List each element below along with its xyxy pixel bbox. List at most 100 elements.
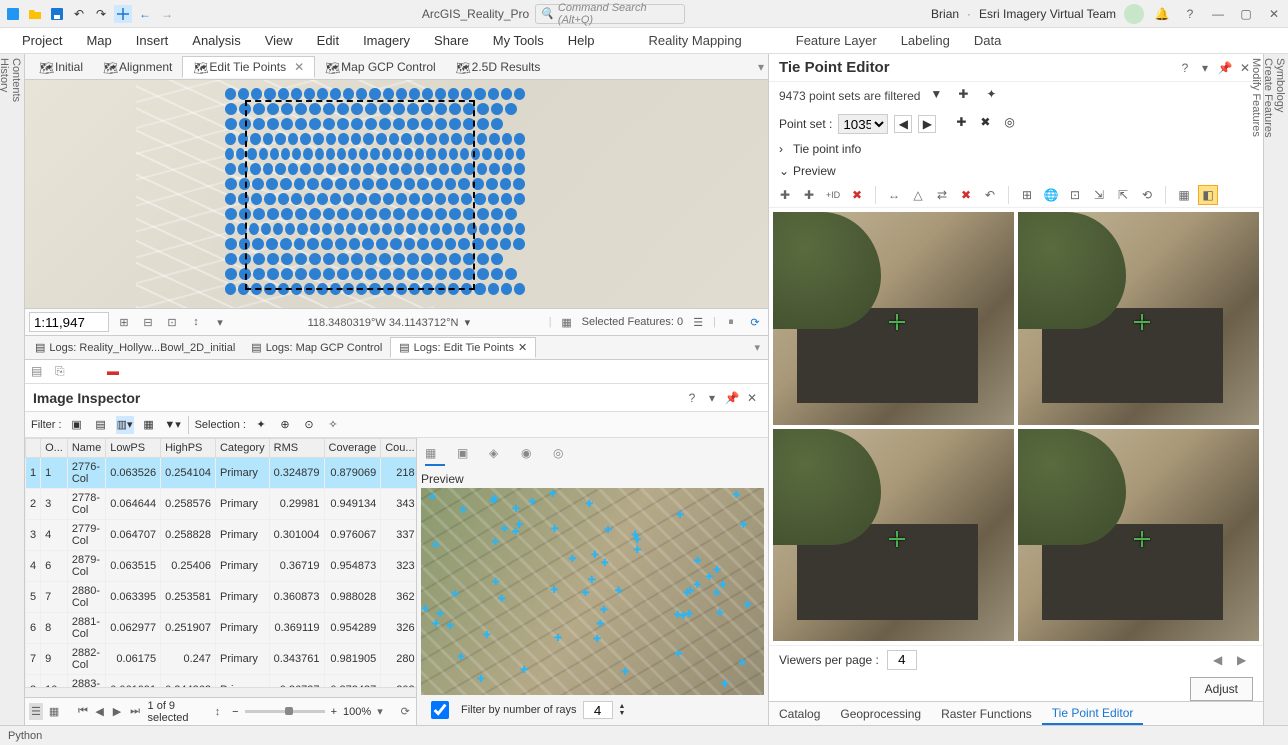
table-header[interactable]: Category (215, 439, 269, 458)
table-view-icon[interactable]: ▤ (31, 364, 47, 380)
table-row[interactable]: 462879-Col0.0635150.25406Primary0.367190… (26, 551, 417, 582)
prev-page-icon[interactable]: ◀ (1213, 653, 1229, 667)
table-header[interactable]: O... (41, 439, 68, 458)
explore-icon[interactable] (114, 5, 132, 23)
filter-icon[interactable]: ▼ (930, 87, 948, 105)
next-icon[interactable]: ▶ (113, 705, 124, 718)
table-header[interactable]: HighPS (161, 439, 216, 458)
filter-extent-icon[interactable]: ▣ (68, 416, 86, 434)
pause-icon[interactable]: ⏸ (722, 313, 740, 331)
link-icon[interactable]: ⇄ (932, 185, 952, 205)
help-icon[interactable]: ? (684, 391, 700, 405)
grid-view-icon[interactable]: ▦ (49, 705, 60, 718)
spinner-icon[interactable]: ▲▼ (619, 703, 626, 717)
copy-icon[interactable]: ⎘ (55, 364, 71, 380)
filter-active-icon[interactable]: ▥▾ (116, 416, 134, 434)
table-header[interactable]: RMS (269, 439, 324, 458)
layout-icon[interactable]: ▦ (1174, 185, 1194, 205)
ribbon-tab-reality[interactable]: Reality Mapping (637, 28, 754, 53)
filter-rays-input[interactable] (583, 701, 613, 719)
minimize-icon[interactable]: — (1208, 7, 1228, 21)
ribbon-tab-featurelayer[interactable]: Feature Layer (784, 28, 889, 53)
ribbon-tab-help[interactable]: Help (556, 28, 607, 53)
grid-icon[interactable]: ⊡ (163, 313, 181, 331)
locate-point-icon[interactable]: ◎ (1004, 115, 1022, 133)
chevron-down-icon[interactable]: ▾ (758, 60, 764, 74)
sidebar-create-features[interactable]: Create Features (1262, 58, 1274, 709)
correction-icon[interactable]: ↕ (187, 313, 205, 331)
clear-icon[interactable]: ▬ (107, 364, 123, 380)
coordinates[interactable]: 118.3480319°W 34.1143712°N ▾ (235, 316, 543, 329)
view-tab-edit-tiepoints[interactable]: 🗺Edit Tie Points✕ (182, 56, 315, 78)
chevron-down-icon[interactable]: ▾ (211, 313, 229, 331)
preview-mode5-icon[interactable]: ◎ (553, 446, 573, 466)
first-icon[interactable]: ⏮ (78, 705, 89, 718)
table-header[interactable]: LowPS (106, 439, 161, 458)
delete-icon[interactable]: ✖ (847, 185, 867, 205)
delete-point-icon[interactable]: ✖ (980, 115, 998, 133)
sidebar-contents[interactable]: Contents (10, 58, 22, 709)
add-point-icon[interactable]: ✚ (956, 115, 974, 133)
preview-mode3-icon[interactable]: ◈ (489, 446, 509, 466)
bottom-tab-tpe[interactable]: Tie Point Editor (1042, 703, 1144, 725)
refresh-icon[interactable]: ⟳ (746, 313, 764, 331)
log-tab-tiepoints[interactable]: ▤Logs: Edit Tie Points✕ (390, 337, 536, 358)
table-header[interactable] (26, 439, 41, 458)
view-tab-initial[interactable]: 🗺Initial (29, 57, 93, 77)
map-view[interactable]: document.write(Array.from({length:14},(_… (25, 80, 768, 308)
ribbon-tab-data[interactable]: Data (962, 28, 1013, 53)
filter-clear-icon[interactable]: ▦ (140, 416, 158, 434)
ribbon-tab-share[interactable]: Share (422, 28, 481, 53)
ribbon-tab-map[interactable]: Map (74, 28, 123, 53)
zoom-out-icon[interactable]: ⇱ (1113, 185, 1133, 205)
preview-image[interactable]: document.write(Array.from({length:60},()… (421, 488, 764, 695)
table-row[interactable]: 232778-Col0.0646440.258576Primary0.29981… (26, 489, 417, 520)
preview-tile[interactable] (1018, 212, 1259, 425)
adjust-button[interactable]: Adjust (1190, 677, 1253, 701)
sort-icon[interactable]: ↕ (215, 706, 226, 718)
add-id-icon[interactable]: +ID (823, 185, 843, 205)
ribbon-tab-view[interactable]: View (253, 28, 305, 53)
ribbon-tab-project[interactable]: Project (10, 28, 74, 53)
table-header[interactable]: Coverage (324, 439, 381, 458)
inspector-table[interactable]: O...NameLowPSHighPSCategoryRMSCoverageCo… (25, 438, 416, 687)
close-icon[interactable]: ✕ (294, 60, 304, 74)
ribbon-tab-edit[interactable]: Edit (305, 28, 351, 53)
last-icon[interactable]: ⏭ (130, 705, 141, 718)
prev-pointset-icon[interactable]: ◀ (894, 115, 912, 133)
constraint-icon[interactable]: ⊞ (115, 313, 133, 331)
statusbar-lang[interactable]: Python (8, 730, 42, 742)
table-row[interactable]: 792882-Col0.061750.247Primary0.3437610.9… (26, 644, 417, 675)
undo-icon[interactable]: ↶ (70, 5, 88, 23)
preview-mode4-icon[interactable]: ◉ (521, 446, 541, 466)
help-icon[interactable]: ? (1177, 61, 1193, 75)
help-icon[interactable]: ? (1180, 7, 1200, 21)
table-row[interactable]: 572880-Col0.0633950.253581Primary0.36087… (26, 582, 417, 613)
tpe-section-preview[interactable]: ⌄ Preview (769, 160, 1263, 182)
rotate-icon[interactable]: ⟲ (1137, 185, 1157, 205)
ribbon-tab-labeling[interactable]: Labeling (889, 28, 962, 53)
measure-icon[interactable]: ↔ (884, 185, 904, 205)
menu-icon[interactable]: ☰ (689, 313, 707, 331)
clear-selection-icon[interactable]: ✧ (324, 416, 342, 434)
maximize-icon[interactable]: ▢ (1236, 7, 1256, 21)
chevron-down-icon[interactable]: ▾ (377, 705, 388, 718)
list-view-icon[interactable]: ☰ (29, 703, 43, 720)
view-tab-gcp[interactable]: 🗺Map GCP Control (315, 57, 445, 77)
zoom-slider[interactable] (245, 710, 325, 713)
refresh-icon[interactable]: ⟳ (401, 705, 412, 718)
log-tab-gcp[interactable]: ▤Logs: Map GCP Control (243, 338, 390, 357)
table-header[interactable]: Name (67, 439, 105, 458)
grid-icon[interactable]: ⊞ (1017, 185, 1037, 205)
horizontal-scrollbar[interactable] (25, 687, 416, 697)
ribbon-tab-mytools[interactable]: My Tools (481, 28, 556, 53)
add-manual-icon[interactable]: ✚ (799, 185, 819, 205)
save-icon[interactable] (48, 5, 66, 23)
viewers-input[interactable] (887, 650, 917, 670)
ribbon-tab-analysis[interactable]: Analysis (180, 28, 252, 53)
tpe-section-info[interactable]: › Tie point info (769, 138, 1263, 160)
ribbon-tab-imagery[interactable]: Imagery (351, 28, 422, 53)
overlay-icon[interactable]: ◧ (1198, 185, 1218, 205)
table-row[interactable]: 112776-Col0.0635260.254104Primary0.32487… (26, 458, 417, 489)
preview-mode1-icon[interactable]: ▦ (425, 446, 445, 466)
